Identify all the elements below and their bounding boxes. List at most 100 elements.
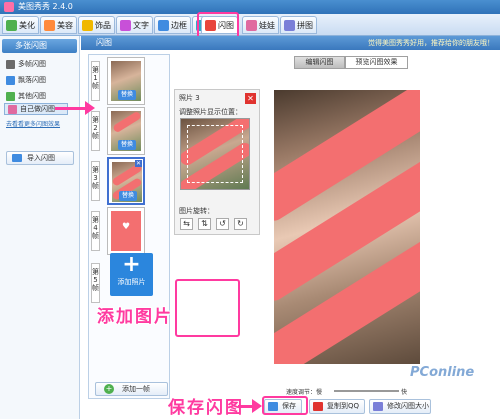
import-button[interactable]: 导入闪图 xyxy=(6,151,74,165)
sidebar-item-label: 自己做闪图 xyxy=(20,105,55,113)
frame-number: 第1帧 xyxy=(91,61,100,101)
resize-label: 修改闪图大小 xyxy=(387,402,429,410)
main-header: 闪图 觉得美图秀秀好用，推荐给你的朋友哦！ xyxy=(81,36,500,50)
slogan: 觉得美图秀秀好用，推荐给你的朋友哦！ xyxy=(368,39,494,47)
tab-doll[interactable]: 娃娃 xyxy=(242,16,279,34)
flip-horizontal-icon[interactable]: ⇆ xyxy=(180,218,193,230)
tab-label: 美化 xyxy=(19,20,35,30)
add-photo-caption: 添加图片 xyxy=(97,307,173,327)
frame-thumb-4[interactable]: ♥ xyxy=(107,207,145,255)
tab-label: 拼图 xyxy=(297,20,313,30)
tab-preview-flash[interactable]: 预览闪图效果 xyxy=(345,56,408,69)
speed-label: 速度调节：慢 xyxy=(286,389,323,396)
speed-slider[interactable] xyxy=(334,390,399,392)
doll-icon xyxy=(246,19,257,31)
tab-border[interactable]: 边框 xyxy=(154,16,191,34)
frame-number: 第5帧 xyxy=(91,263,100,303)
sidebar-item-label: 多帧闪图 xyxy=(18,60,46,68)
frame-number: 第3帧 xyxy=(91,161,100,201)
position-preview[interactable] xyxy=(180,118,250,190)
sidebar-item-other[interactable]: 其他闪图 xyxy=(6,90,46,102)
frame-number: 第4帧 xyxy=(91,211,100,251)
rotate-left-icon[interactable]: ↺ xyxy=(216,218,229,230)
swap-button[interactable]: 替换 xyxy=(118,140,137,150)
add-photo-button[interactable]: + 添加照片 xyxy=(110,253,153,296)
main-toolbar: 美化 美容 饰品 文字 边框 场景 闪图 娃娃 拼图 xyxy=(0,14,500,36)
rotate-right-icon[interactable]: ↻ xyxy=(234,218,247,230)
tab-label: 美容 xyxy=(57,20,73,30)
sidebar-item-multi-frame[interactable]: 多帧闪图 xyxy=(6,58,46,70)
heart-icon: ♥ xyxy=(122,222,131,232)
border-icon xyxy=(158,19,169,31)
beautify-icon xyxy=(6,19,17,31)
frame-thumb-3[interactable]: ✕ 替换 xyxy=(107,157,145,205)
frame-number: 第2帧 xyxy=(91,111,100,151)
add-icon: + xyxy=(104,384,114,394)
swap-button[interactable]: 替换 xyxy=(118,90,137,100)
delete-frame-icon[interactable]: ✕ xyxy=(135,160,142,167)
text-icon xyxy=(120,19,131,31)
add-frame-label: 添加一帧 xyxy=(122,385,150,393)
flash-tab-highlight xyxy=(197,12,239,39)
arrow-right-icon xyxy=(85,101,95,115)
tab-beauty[interactable]: 美容 xyxy=(40,16,77,34)
other-icon xyxy=(6,91,15,101)
window-title: 美图秀秀 2.4.0 xyxy=(18,2,73,11)
sidebar-item-label: 飘落闪图 xyxy=(18,76,46,84)
main-title: 闪图 xyxy=(96,38,112,47)
frame-thumb-2[interactable]: 替换 xyxy=(107,107,145,155)
panel-title: 照片 3 xyxy=(179,94,200,102)
plus-icon: + xyxy=(122,252,141,277)
qq-icon xyxy=(313,402,323,411)
arrow-shaft xyxy=(55,107,85,110)
tab-label: 文字 xyxy=(133,20,149,30)
photo-panel: 照片 3 ✕ 调整照片显示位置： 图片旋转： ⇆ ⇅ ↺ ↻ xyxy=(174,89,260,235)
save-button-highlight xyxy=(262,396,308,415)
title-bar: 美图秀秀 2.4.0 xyxy=(0,0,500,14)
collage-icon xyxy=(284,19,295,31)
close-icon[interactable]: ✕ xyxy=(245,93,256,104)
sidebar: 多张闪图 多帧闪图 飘落闪图 其他闪图 自己做闪图 去看看更多闪图效果 导入闪图 xyxy=(0,36,80,419)
tab-collage[interactable]: 拼图 xyxy=(280,16,317,34)
add-photo-highlight xyxy=(175,279,240,337)
arrow-right-icon xyxy=(252,399,262,413)
multi-frame-icon xyxy=(6,59,15,69)
import-label: 导入闪图 xyxy=(27,154,55,162)
add-frame-button[interactable]: + 添加一帧 xyxy=(95,382,168,396)
arrow-shaft xyxy=(238,405,252,408)
copy-to-qq-button[interactable]: 复制到QQ xyxy=(309,399,365,414)
frame-thumb-1[interactable]: 替换 xyxy=(107,57,145,105)
falling-icon xyxy=(6,75,15,85)
tab-edit-flash[interactable]: 编辑闪图 xyxy=(294,56,345,69)
tab-accessories[interactable]: 饰品 xyxy=(78,16,115,34)
frame-list: 第1帧 替换 第2帧 替换 第3帧 ✕ 替换 第4帧 ♥ 第5帧 xyxy=(88,54,170,399)
rotate-label: 图片旋转： xyxy=(179,207,214,215)
tab-beautify[interactable]: 美化 xyxy=(2,16,39,34)
import-icon xyxy=(12,154,22,162)
app-logo-icon xyxy=(4,2,14,12)
tab-label: 饰品 xyxy=(95,20,111,30)
sidebar-header[interactable]: 多张闪图 xyxy=(2,39,77,53)
flip-vertical-icon[interactable]: ⇅ xyxy=(198,218,211,230)
more-effects-link[interactable]: 去看看更多闪图效果 xyxy=(6,119,60,128)
accessories-icon xyxy=(82,19,93,31)
tab-label: 边框 xyxy=(171,20,187,30)
main-canvas[interactable] xyxy=(274,90,420,364)
sidebar-item-falling[interactable]: 飘落闪图 xyxy=(6,74,46,86)
crop-frame[interactable] xyxy=(187,125,243,183)
swap-button[interactable]: 替换 xyxy=(119,191,138,201)
save-caption: 保存闪图 xyxy=(168,398,244,418)
tab-text[interactable]: 文字 xyxy=(116,16,153,34)
copy-qq-label: 复制到QQ xyxy=(327,402,360,410)
tab-label: 娃娃 xyxy=(259,20,275,30)
main-area: 闪图 觉得美图秀秀好用，推荐给你的朋友哦！ 编辑闪图 预览闪图效果 第1帧 替换… xyxy=(81,36,500,419)
resize-icon xyxy=(373,402,383,411)
sidebar-item-label: 其他闪图 xyxy=(18,92,46,100)
speed-fast-label: 快 xyxy=(401,389,408,396)
add-photo-label: 添加照片 xyxy=(117,278,146,286)
beauty-icon xyxy=(44,19,55,31)
position-label: 调整照片显示位置： xyxy=(179,108,242,116)
diy-icon xyxy=(8,104,17,114)
watermark: PConline xyxy=(410,365,475,380)
resize-flash-button[interactable]: 修改闪图大小 xyxy=(369,399,431,414)
